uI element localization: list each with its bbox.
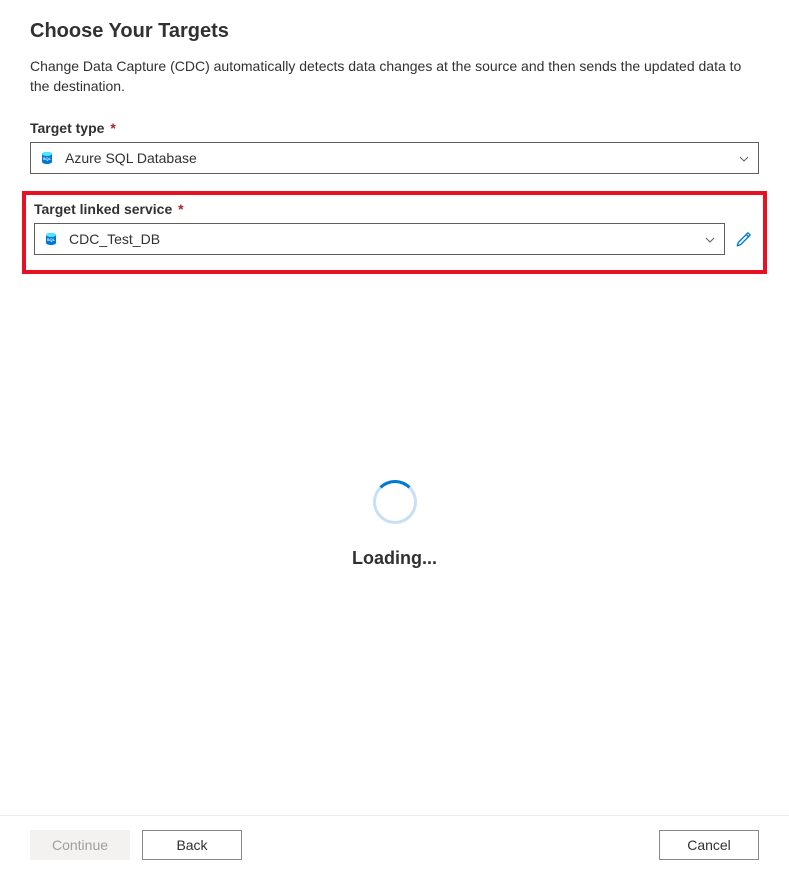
chevron-down-icon <box>738 152 750 164</box>
target-type-field: Target type * SQL Azure SQL Database <box>30 120 759 174</box>
svg-text:SQL: SQL <box>47 237 56 242</box>
linked-service-value: CDC_Test_DB <box>69 231 704 247</box>
continue-button[interactable]: Continue <box>30 830 130 860</box>
chevron-down-icon <box>704 233 716 245</box>
loading-text: Loading... <box>352 548 437 569</box>
footer-bar: Continue Back Cancel <box>0 815 789 874</box>
linked-service-select[interactable]: SQL CDC_Test_DB <box>34 223 725 255</box>
target-type-select[interactable]: SQL Azure SQL Database <box>30 142 759 174</box>
loading-area: Loading... <box>30 234 759 815</box>
page-title: Choose Your Targets <box>30 20 759 43</box>
page-description: Change Data Capture (CDC) automatically … <box>30 57 759 96</box>
linked-service-label: Target linked service * <box>34 201 755 217</box>
loading-spinner-icon <box>373 480 417 524</box>
back-button[interactable]: Back <box>142 830 242 860</box>
required-asterisk: * <box>110 120 115 136</box>
required-asterisk: * <box>178 201 183 217</box>
cancel-button[interactable]: Cancel <box>659 830 759 860</box>
azure-sql-icon: SQL <box>39 150 55 166</box>
target-type-label-text: Target type <box>30 120 104 136</box>
target-type-label: Target type * <box>30 120 759 136</box>
azure-sql-icon: SQL <box>43 231 59 247</box>
linked-service-label-text: Target linked service <box>34 201 172 217</box>
linked-service-field: Target linked service * SQL CDC_Test_DB <box>34 201 755 255</box>
svg-text:SQL: SQL <box>43 156 52 161</box>
target-type-value: Azure SQL Database <box>65 150 738 166</box>
